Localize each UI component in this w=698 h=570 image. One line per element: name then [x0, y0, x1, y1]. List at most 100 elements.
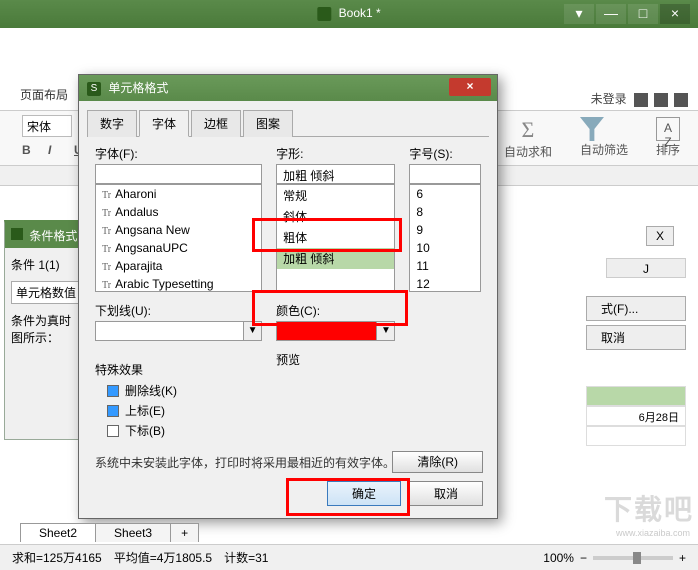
zoom-out-button[interactable]: − — [580, 551, 587, 565]
clear-button[interactable]: 清除(R) — [392, 451, 483, 473]
underline-value[interactable] — [95, 321, 244, 341]
cf-cancel-button[interactable]: 取消 — [586, 325, 686, 350]
minimize-button[interactable]: — — [596, 4, 626, 24]
ribbon-tab-page-layout[interactable]: 页面布局 — [20, 86, 68, 103]
size-listbox[interactable]: 6 8 9 10 11 12 — [409, 184, 481, 292]
sort-button[interactable]: AZ 排序 — [656, 117, 680, 158]
tshirt-icon[interactable] — [654, 93, 668, 107]
dialog-tabs: 数字 字体 边框 图案 — [87, 109, 489, 137]
style-selected-display[interactable]: 加粗 倾斜 — [276, 164, 395, 184]
sort-icon: AZ — [656, 117, 680, 141]
tab-border[interactable]: 边框 — [191, 110, 241, 137]
checkbox-checked-icon — [107, 385, 119, 397]
zoom-slider[interactable] — [593, 556, 673, 560]
size-option[interactable]: 8 — [410, 203, 480, 221]
style-listbox[interactable]: 常规 斜体 粗体 加粗 倾斜 — [276, 184, 395, 292]
zoom-control: 100% − + — [543, 551, 686, 565]
menu-button[interactable]: ▾ — [564, 4, 594, 24]
font-option: TrAparajita — [96, 257, 261, 275]
color-combo[interactable]: ▼ — [276, 321, 395, 341]
style-option[interactable]: 斜体 — [277, 206, 394, 227]
maximize-button[interactable]: □ — [628, 4, 658, 24]
tab-pattern[interactable]: 图案 — [243, 110, 293, 137]
zoom-value: 100% — [543, 551, 574, 565]
bold-button[interactable]: B — [22, 143, 36, 157]
color-label: 颜色(C): — [276, 302, 395, 319]
dialog-body: 字体(F): TrAharoni TrAndalus TrAngsana New… — [79, 137, 497, 491]
sheet-tab-3[interactable]: Sheet3 — [95, 523, 171, 542]
zoom-in-button[interactable]: + — [679, 551, 686, 565]
style-option[interactable]: 常规 — [277, 185, 394, 206]
chevron-down-icon[interactable]: ▼ — [377, 321, 395, 341]
checkbox-checked-icon — [107, 405, 119, 417]
ok-button[interactable]: 确定 — [327, 481, 401, 506]
checkbox-icon — [107, 425, 119, 437]
autofilter-label: 自动筛选 — [580, 143, 628, 157]
size-option[interactable]: 9 — [410, 221, 480, 239]
style-option[interactable]: 粗体 — [277, 227, 394, 248]
font-option: TrAndalus — [96, 203, 261, 221]
status-bar: 求和=125万4165 平均值=4万1805.5 计数=31 100% − + — [0, 544, 698, 570]
sheet-tabs: Sheet2 Sheet3 + — [20, 523, 198, 542]
window-buttons: ▾ — □ × — [564, 4, 690, 24]
size-option[interactable]: 10 — [410, 239, 480, 257]
app-icon — [317, 7, 331, 21]
dialog-title-text: 单元格格式 — [108, 81, 168, 95]
user-icon[interactable] — [634, 93, 648, 107]
color-swatch-red[interactable] — [276, 321, 377, 341]
style-label: 字形: — [276, 145, 395, 162]
tab-font[interactable]: 字体 — [139, 110, 189, 137]
cell-value-button[interactable]: 单元格数值 — [11, 281, 81, 304]
sheet-tab-2[interactable]: Sheet2 — [20, 523, 96, 542]
watermark-url: www.xiazaiba.com — [616, 528, 690, 538]
font-option: TrAharoni — [96, 185, 261, 203]
title-text: Book1 * — [339, 6, 381, 20]
cf-close-icon[interactable]: X — [646, 226, 674, 246]
close-button[interactable]: × — [660, 4, 690, 24]
font-option: TrAngsanaUPC — [96, 239, 261, 257]
document-title: Book1 * — [317, 6, 380, 21]
size-option[interactable]: 6 — [410, 185, 480, 203]
cell-format-dialog: S 单元格格式 × 数字 字体 边框 图案 字体(F): TrAharoni T… — [78, 74, 498, 519]
strike-checkbox[interactable]: 删除线(K) — [107, 382, 262, 399]
format-button[interactable]: 式(F)... — [586, 296, 686, 321]
main-titlebar: Book1 * ▾ — □ × — [0, 0, 698, 28]
size-option[interactable]: 11 — [410, 257, 480, 275]
dialog-close-button[interactable]: × — [449, 78, 491, 96]
effects-label: 特殊效果 — [95, 361, 262, 378]
spreadsheet-grid[interactable]: X J 式(F)... 取消 6月28日 — [506, 186, 686, 486]
cancel-button[interactable]: 取消 — [409, 481, 483, 506]
cf-title-text: 条件格式 — [29, 229, 77, 243]
font-selected-display[interactable] — [95, 164, 262, 184]
login-status[interactable]: 未登录 — [591, 90, 688, 107]
chevron-down-icon[interactable]: ▼ — [244, 321, 262, 341]
caret-down-icon[interactable] — [674, 93, 688, 107]
size-selected-display[interactable] — [409, 164, 481, 184]
autosum-button[interactable]: Σ 自动求和 — [504, 117, 552, 160]
subscript-checkbox[interactable]: 下标(B) — [107, 422, 262, 439]
autosum-label: 自动求和 — [504, 145, 552, 159]
size-option[interactable]: 12 — [410, 275, 480, 292]
cell-highlighted[interactable] — [586, 386, 686, 406]
add-sheet-button[interactable]: + — [170, 523, 199, 542]
cell-empty[interactable] — [586, 426, 686, 446]
autofilter-button[interactable]: 自动筛选 — [580, 117, 628, 158]
style-option-selected[interactable]: 加粗 倾斜 — [277, 248, 394, 269]
underline-combo[interactable]: ▼ — [95, 321, 262, 341]
sigma-icon: Σ — [504, 117, 552, 143]
underline-label: 下划线(U): — [95, 302, 262, 319]
cf-icon — [11, 228, 23, 240]
funnel-icon — [580, 117, 604, 141]
font-label: 字体(F): — [95, 145, 262, 162]
italic-button[interactable]: I — [48, 143, 62, 157]
sort-label: 排序 — [656, 143, 680, 157]
preview-label: 预览 — [276, 351, 395, 368]
font-option: TrAngsana New — [96, 221, 261, 239]
font-family-combo[interactable]: 宋体 — [22, 115, 72, 137]
column-header-j[interactable]: J — [606, 258, 686, 278]
font-listbox[interactable]: TrAharoni TrAndalus TrAngsana New TrAngs… — [95, 184, 262, 292]
cell-date[interactable]: 6月28日 — [586, 406, 686, 426]
tab-number[interactable]: 数字 — [87, 110, 137, 137]
dialog-titlebar[interactable]: S 单元格格式 × — [79, 75, 497, 101]
superscript-checkbox[interactable]: 上标(E) — [107, 402, 262, 419]
